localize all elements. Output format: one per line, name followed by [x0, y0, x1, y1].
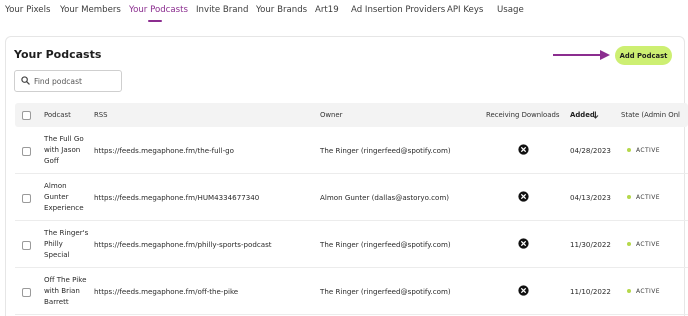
status-text: ACTIVE — [636, 147, 660, 154]
podcast-name-line: The Full Go — [44, 134, 84, 143]
x-circle-icon — [518, 144, 529, 155]
rss-url: https://feeds.megaphone.fm/HUM4334677340 — [94, 193, 260, 202]
column-header-receiving-downloads: Receiving Downloads — [486, 111, 560, 119]
x-circle-icon — [518, 238, 529, 249]
table-row: Almon Gunter Experience https://feeds.me… — [15, 174, 688, 221]
owner: The Ringer (ringerfeed@spotify.com) — [320, 287, 451, 296]
arrow-down-icon[interactable] — [592, 111, 599, 119]
tab-your-pixels[interactable]: Your Pixels — [5, 5, 50, 15]
added-date: 04/13/2023 — [570, 193, 611, 202]
table-row: Off The Pike with Brian Barrett https://… — [15, 268, 688, 315]
tab-your-members[interactable]: Your Members — [60, 5, 121, 15]
status-badge: ACTIVE — [627, 241, 660, 248]
rss-url: https://feeds.megaphone.fm/the-full-go — [94, 146, 235, 155]
owner: Almon Gunter (dallas@astoryo.com) — [320, 193, 449, 202]
column-header-owner: Owner — [320, 111, 343, 119]
rss-url: https://feeds.megaphone.fm/off-the-pike — [94, 287, 239, 296]
page-title: Your Podcasts — [14, 48, 102, 61]
row-checkbox[interactable] — [22, 241, 31, 250]
added-date: 11/30/2022 — [570, 240, 611, 249]
podcast-name-line: Almon — [44, 181, 67, 190]
tab-art19[interactable]: Art19 — [315, 5, 339, 15]
search-input[interactable] — [34, 74, 118, 88]
status-badge: ACTIVE — [627, 194, 660, 201]
podcast-name-line: Gunter — [44, 191, 69, 201]
table-row: The Ringer's Philly Special https://feed… — [15, 221, 688, 268]
owner: The Ringer (ringerfeed@spotify.com) — [320, 146, 451, 155]
owner: The Ringer (ringerfeed@spotify.com) — [320, 240, 451, 249]
row-checkbox[interactable] — [22, 288, 31, 297]
status-badge: ACTIVE — [627, 147, 660, 154]
added-date: 04/28/2023 — [570, 146, 611, 155]
search-box[interactable] — [14, 70, 122, 92]
row-checkbox[interactable] — [22, 147, 31, 156]
podcast-name-line: Barrett — [44, 296, 69, 306]
table-header: Podcast RSS Owner Receiving Downloads Ad… — [15, 103, 688, 127]
podcast-name: The Ringer's Philly Special — [44, 228, 90, 260]
podcast-name: Off The Pike with Brian Barrett — [44, 275, 90, 307]
select-all-checkbox[interactable] — [22, 111, 31, 120]
top-nav-tabs: Your Pixels Your Members Your Podcasts I… — [0, 0, 688, 28]
tab-your-podcasts[interactable]: Your Podcasts — [129, 5, 188, 15]
status-dot — [627, 194, 631, 199]
tab-usage[interactable]: Usage — [497, 5, 524, 15]
table-row: The Full Go with Jason Goff https://feed… — [15, 127, 688, 174]
row-checkbox[interactable] — [22, 194, 31, 203]
column-header-state: State (Admin Onl — [621, 111, 680, 119]
podcast-name-line: The Ringer's — [44, 228, 89, 237]
tab-invite-brand[interactable]: Invite Brand — [196, 5, 248, 15]
active-tab-indicator — [148, 20, 162, 22]
podcast-name-line: Philly — [44, 238, 63, 248]
podcast-name: Almon Gunter Experience — [44, 181, 90, 213]
tab-your-brands[interactable]: Your Brands — [256, 5, 307, 15]
podcast-name-line: with Brian — [44, 285, 80, 295]
x-circle-icon — [518, 285, 529, 296]
added-date: 11/10/2022 — [570, 287, 611, 296]
x-circle-icon — [518, 191, 529, 202]
search-icon — [21, 76, 30, 85]
status-dot — [627, 147, 631, 152]
tab-ad-insertion-providers[interactable]: Ad Insertion Providers — [351, 5, 445, 15]
status-text: ACTIVE — [636, 194, 660, 201]
add-podcast-button[interactable]: Add Podcast — [615, 46, 672, 65]
column-header-podcast: Podcast — [44, 111, 71, 119]
status-text: ACTIVE — [636, 241, 660, 248]
status-dot — [627, 288, 631, 293]
podcast-name-line: Goff — [44, 155, 59, 165]
podcast-name-line: Off The Pike — [44, 275, 87, 284]
rss-url: https://feeds.megaphone.fm/philly-sports… — [94, 240, 272, 249]
podcast-name-line: with Jason — [44, 144, 81, 154]
podcast-name-line: Special — [44, 249, 70, 259]
tab-api-keys[interactable]: API Keys — [447, 5, 483, 15]
podcast-name-line: Experience — [44, 202, 84, 212]
column-header-rss: RSS — [94, 111, 108, 119]
arrow-right-icon — [553, 50, 610, 60]
status-badge: ACTIVE — [627, 288, 660, 295]
status-text: ACTIVE — [636, 288, 660, 295]
status-dot — [627, 241, 631, 246]
podcast-name: The Full Go with Jason Goff — [44, 134, 90, 166]
